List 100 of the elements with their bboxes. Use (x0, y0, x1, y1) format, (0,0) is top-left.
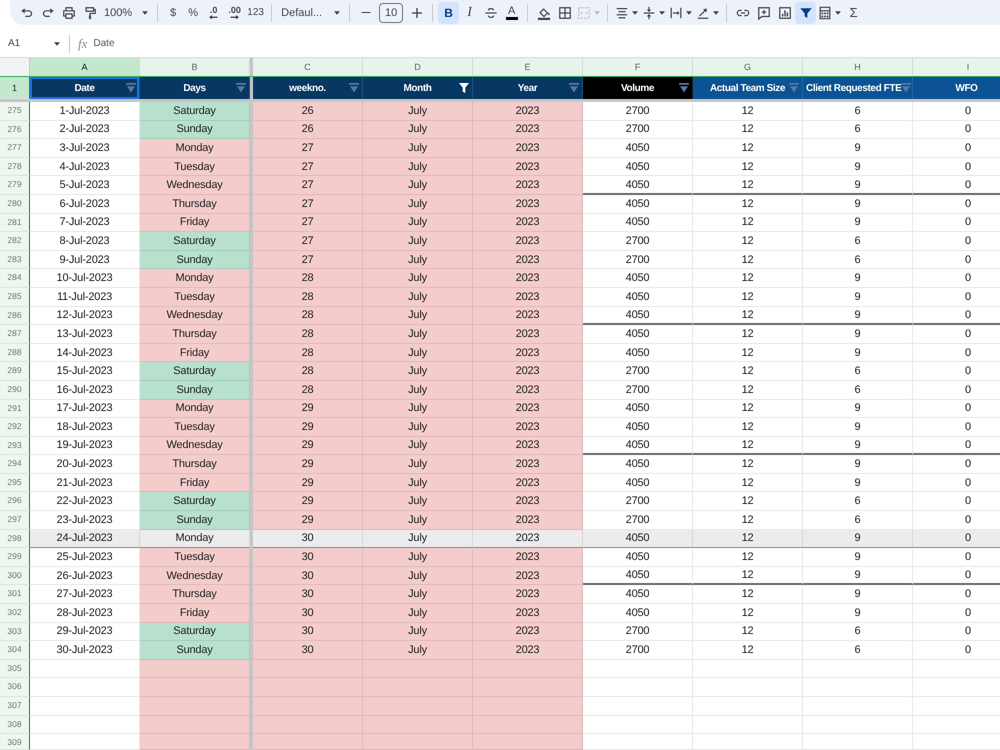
row-number[interactable]: 282 (0, 232, 30, 251)
number-format-button[interactable]: 123 (245, 2, 266, 24)
vertical-align-icon[interactable] (642, 6, 656, 20)
table-cell: July (363, 288, 473, 307)
column-header[interactable]: C (253, 58, 363, 76)
row-number[interactable]: 293 (0, 436, 30, 456)
strikethrough-icon[interactable] (484, 6, 498, 20)
column-header[interactable]: F (583, 58, 693, 76)
increase-decimal-button[interactable]: .00 (224, 2, 246, 24)
row-number[interactable]: 304 (0, 641, 30, 660)
wrap-icon[interactable] (669, 6, 684, 20)
plus-icon[interactable] (412, 8, 422, 18)
caret-icon[interactable] (659, 10, 666, 14)
text-color-button[interactable]: A (501, 2, 522, 24)
table-cell: Tuesday (140, 288, 250, 307)
row-number[interactable]: 297 (0, 511, 30, 530)
row-number[interactable]: 299 (0, 548, 30, 567)
currency-format-button[interactable]: $ (163, 2, 184, 24)
caret-icon[interactable] (54, 42, 60, 46)
name-box[interactable]: A1 (0, 32, 62, 54)
table-cell: 4050 (583, 585, 693, 604)
row-number[interactable]: 276 (0, 120, 30, 140)
column-header[interactable]: E (473, 58, 583, 76)
row-number[interactable]: 309 (0, 734, 30, 750)
column-header[interactable]: A (30, 58, 140, 76)
align-icon[interactable] (615, 6, 630, 20)
table-cell: 9 (803, 566, 913, 586)
formula-field[interactable]: Date (87, 32, 1000, 54)
row-number[interactable]: 291 (0, 400, 30, 418)
caret-icon[interactable] (142, 10, 148, 14)
column-header[interactable]: H (803, 58, 913, 76)
row-number[interactable]: 305 (0, 660, 30, 678)
row-number[interactable]: 288 (0, 344, 30, 362)
table-cell: 12 (693, 344, 803, 362)
table-cell: 4050 (583, 214, 693, 232)
table-cell: July (363, 418, 473, 437)
table-cell: 27 (253, 214, 363, 232)
filter-icon[interactable] (798, 6, 813, 20)
caret-icon[interactable] (835, 10, 842, 14)
row-number[interactable]: 308 (0, 716, 30, 734)
row-number[interactable]: 284 (0, 269, 30, 288)
paint-bucket-icon[interactable] (536, 6, 551, 20)
percent-format-button[interactable]: % (183, 2, 204, 24)
row-number[interactable]: 287 (0, 325, 30, 344)
paint-roller-icon[interactable] (82, 6, 96, 20)
row-number[interactable]: 286 (0, 306, 30, 326)
redo-icon[interactable] (40, 6, 54, 20)
row-number[interactable]: 302 (0, 604, 30, 623)
row-number[interactable]: 1 (0, 77, 30, 99)
row-number[interactable]: 306 (0, 678, 30, 697)
printer-icon[interactable] (62, 6, 76, 20)
sum-button[interactable]: Σ (843, 2, 864, 24)
undo-icon[interactable] (20, 6, 34, 20)
row-number[interactable]: 292 (0, 418, 30, 437)
row-number[interactable]: 296 (0, 492, 30, 512)
italic-button[interactable]: I (459, 2, 480, 24)
minus-icon[interactable] (360, 12, 371, 14)
caret-icon[interactable] (686, 10, 692, 14)
row-number[interactable]: 285 (0, 288, 30, 307)
row-number[interactable]: 300 (0, 566, 30, 586)
caret-icon[interactable] (713, 10, 720, 14)
color-bar-icon[interactable] (506, 17, 518, 20)
left-arrow-icon[interactable] (209, 14, 218, 20)
table-cell: 12 (693, 232, 803, 251)
column-header[interactable]: D (363, 58, 473, 76)
table-cell: 2023 (473, 400, 583, 418)
row-number[interactable]: 298 (0, 530, 30, 548)
row-number[interactable]: 289 (0, 362, 30, 381)
column-header[interactable]: I (913, 58, 1000, 76)
font-dropdown[interactable]: Defaul... (277, 2, 344, 24)
row-number[interactable]: 303 (0, 622, 30, 642)
right-arrow-icon[interactable] (230, 14, 240, 20)
caret-icon[interactable] (632, 10, 638, 14)
caret-icon[interactable] (334, 10, 340, 14)
filter-button[interactable] (795, 2, 816, 24)
row-number[interactable]: 294 (0, 455, 30, 474)
zoom-dropdown[interactable]: 100% (100, 2, 152, 24)
row-number[interactable]: 277 (0, 139, 30, 158)
row-number[interactable]: 280 (0, 194, 30, 214)
column-header[interactable]: G (693, 58, 803, 76)
column-header[interactable]: B (140, 58, 250, 76)
row-number[interactable]: 295 (0, 474, 30, 492)
bar-chart-icon[interactable] (778, 6, 792, 20)
row-number[interactable]: 275 (0, 102, 30, 121)
filter-icon[interactable] (459, 83, 469, 93)
bold-button[interactable]: B (438, 2, 460, 24)
row-number[interactable]: 283 (0, 250, 30, 270)
table-cell: 30 (253, 622, 363, 642)
decrease-decimal-button[interactable]: .0 (203, 2, 224, 24)
row-number[interactable]: 281 (0, 214, 30, 232)
comment-icon[interactable] (756, 6, 771, 20)
row-number[interactable]: 278 (0, 158, 30, 176)
borders-icon[interactable] (558, 6, 572, 20)
row-number[interactable]: 307 (0, 697, 30, 716)
row-number[interactable]: 279 (0, 176, 30, 195)
calculator-icon[interactable] (818, 6, 832, 20)
row-number[interactable]: 301 (0, 585, 30, 604)
font-size-field[interactable]: 10 (379, 2, 404, 22)
row-number[interactable]: 290 (0, 380, 30, 400)
rotation-icon[interactable] (696, 6, 710, 20)
